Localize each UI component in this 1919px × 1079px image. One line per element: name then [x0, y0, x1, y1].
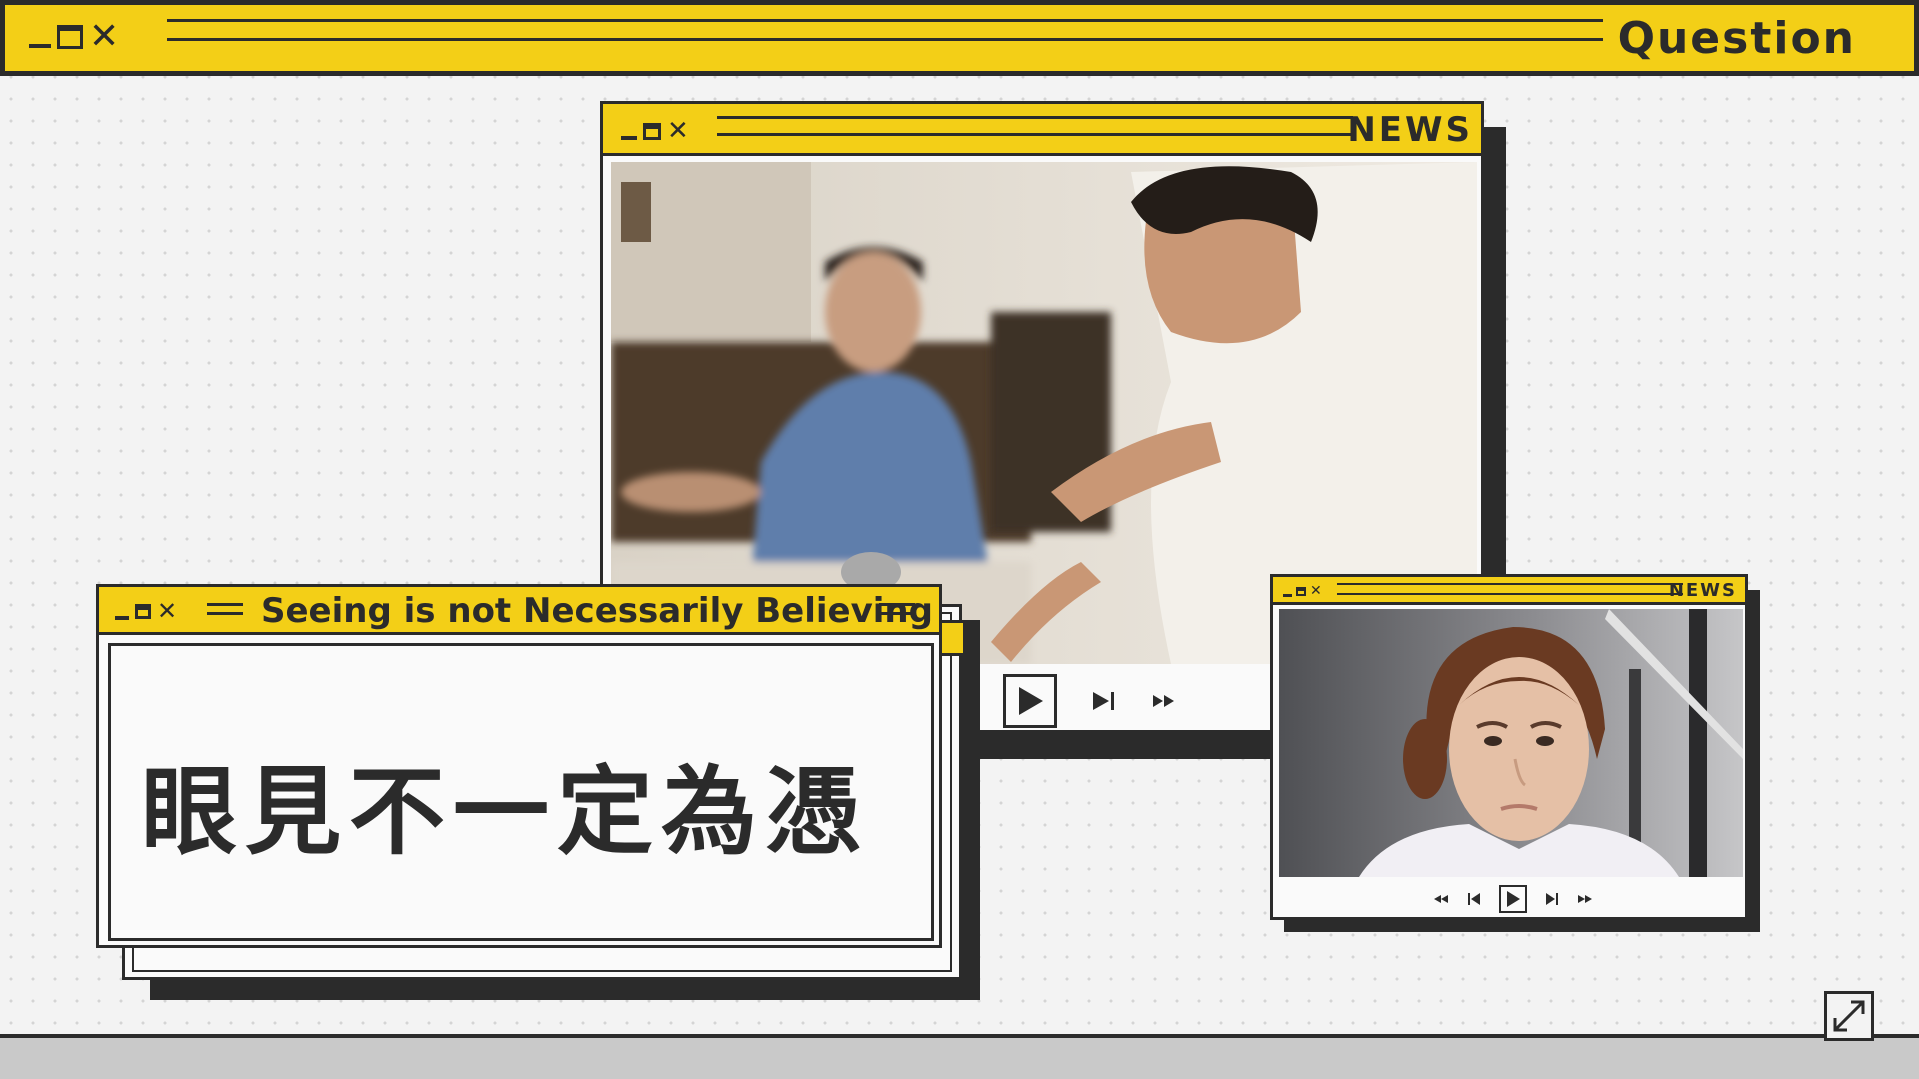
fast-forward-icon: [1578, 895, 1592, 903]
next-icon: [1546, 893, 1558, 905]
expand-diagonal-icon: [1833, 1000, 1865, 1032]
caption-window-title: Seeing is not Necessarily Believing: [261, 591, 933, 631]
fast-forward-button[interactable]: [1151, 694, 1177, 708]
play-icon: [1507, 891, 1520, 907]
maximize-icon[interactable]: [135, 603, 151, 619]
title-bar-lines: [879, 603, 915, 615]
previous-button[interactable]: [1467, 892, 1481, 906]
next-button[interactable]: [1545, 892, 1559, 906]
close-icon[interactable]: ✕: [89, 19, 119, 55]
close-icon[interactable]: ✕: [1310, 584, 1322, 598]
title-bar-lines: [167, 19, 1603, 41]
minimize-icon[interactable]: [29, 44, 51, 48]
window-stack-tab: [942, 620, 966, 656]
news-small-window: ✕ NEWS: [1270, 574, 1760, 932]
top-title-bar: ✕ Question: [0, 0, 1919, 76]
rewind-icon: [1434, 895, 1448, 903]
minimize-icon[interactable]: [1283, 593, 1292, 597]
maximize-icon[interactable]: [57, 25, 83, 49]
window-controls: ✕: [115, 599, 177, 623]
video-player-controls: [1433, 883, 1593, 915]
fast-forward-icon: [1153, 695, 1174, 707]
play-icon: [1019, 687, 1043, 715]
minimize-icon[interactable]: [621, 136, 637, 140]
news-window-titlebar: ✕ NEWS: [603, 104, 1481, 156]
minimize-icon[interactable]: [115, 616, 129, 620]
fast-forward-button[interactable]: [1577, 894, 1593, 904]
maximize-icon[interactable]: [1296, 586, 1306, 596]
caption-window: ✕ Seeing is not Necessarily Believing 眼見…: [96, 584, 980, 1000]
title-bar-lines: [1337, 583, 1683, 595]
title-bar-lines: [717, 116, 1353, 136]
expand-button[interactable]: [1824, 991, 1874, 1041]
play-button[interactable]: [1499, 885, 1527, 913]
bottom-bar: [0, 1034, 1919, 1079]
news-window-title: NEWS: [1347, 110, 1473, 150]
news-small-titlebar: ✕ NEWS: [1273, 577, 1745, 605]
news-small-video-frame[interactable]: [1279, 609, 1743, 877]
previous-icon: [1468, 893, 1480, 905]
next-button[interactable]: [1091, 690, 1117, 712]
woman-portrait-image: [1279, 609, 1743, 877]
title-bar-lines: [207, 603, 243, 615]
caption-window-titlebar: ✕ Seeing is not Necessarily Believing: [99, 587, 939, 635]
page-title: Question: [1617, 13, 1856, 64]
caption-content-area: 眼見不一定為憑: [108, 643, 934, 941]
close-icon[interactable]: ✕: [667, 118, 689, 144]
news-small-frame: ✕ NEWS: [1270, 574, 1748, 920]
window-controls: ✕: [29, 19, 119, 55]
maximize-icon[interactable]: [643, 122, 661, 140]
news-small-title: NEWS: [1668, 580, 1737, 601]
play-button[interactable]: [1003, 674, 1057, 728]
caption-text: 眼見不一定為憑: [141, 756, 869, 868]
video-player-controls: [1003, 669, 1177, 733]
window-controls: ✕: [1283, 584, 1322, 598]
close-icon[interactable]: ✕: [157, 599, 177, 623]
caption-window-frame: ✕ Seeing is not Necessarily Believing 眼見…: [96, 584, 942, 948]
window-controls: ✕: [621, 118, 689, 144]
rewind-button[interactable]: [1433, 894, 1449, 904]
next-icon: [1093, 692, 1114, 710]
